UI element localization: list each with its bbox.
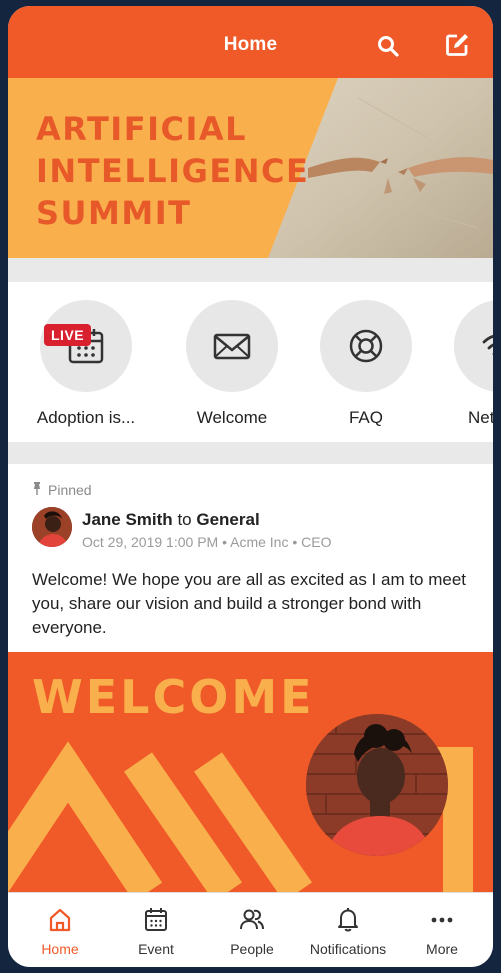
nav-home[interactable]: Home <box>12 893 108 967</box>
quick-links-carousel[interactable]: LIVE Adoption is... Welcome FAQ Net <box>8 282 493 442</box>
pinned-indicator: Pinned <box>32 482 92 498</box>
nav-event[interactable]: Event <box>108 893 204 967</box>
nav-people[interactable]: People <box>204 893 300 967</box>
live-badge: LIVE <box>44 324 92 346</box>
search-icon <box>378 36 399 57</box>
envelope-icon <box>213 333 251 360</box>
pin-icon <box>32 482 42 498</box>
quick-link-label: Adoption is... <box>36 408 136 427</box>
page-title: Home <box>223 34 278 55</box>
phone-screen: Home ARTIFICIAL INTELLIGENCE SUMMIT LIVE… <box>8 6 493 967</box>
nav-more[interactable]: More <box>394 893 490 967</box>
welcome-title: WELCOME <box>32 670 315 724</box>
top-app-bar: Home <box>8 6 493 78</box>
post-meta: Oct 29, 2019 1:00 PM • Acme Inc • CEO <box>82 534 332 550</box>
event-banner[interactable]: ARTIFICIAL INTELLIGENCE SUMMIT <box>8 78 493 258</box>
author-connector: to <box>177 510 192 529</box>
compose-button[interactable] <box>444 32 470 58</box>
people-icon <box>240 909 264 930</box>
compose-icon <box>446 34 468 56</box>
bell-icon <box>338 908 358 932</box>
section-divider <box>8 258 493 282</box>
quick-link-welcome[interactable]: Welcome <box>154 300 294 430</box>
quick-link-icon-circle <box>186 300 278 392</box>
channel-name[interactable]: General <box>196 510 259 529</box>
nav-notifications[interactable]: Notifications <box>300 893 396 967</box>
quick-link-label: Netw <box>468 408 493 427</box>
quick-link-icon-circle <box>40 300 132 392</box>
bottom-navigation: Home Event People Notifications More <box>8 892 493 967</box>
pinned-post[interactable]: Pinned Jane Smith to General Oct 29, 201… <box>8 464 493 652</box>
welcome-image-card[interactable]: WELCOME <box>8 652 493 892</box>
post-body: Welcome! We hope you are all as excited … <box>32 570 467 637</box>
quick-link-network[interactable]: Netw <box>422 300 493 430</box>
post-author-line: Jane Smith to General <box>82 510 260 530</box>
calendar-icon <box>145 908 167 931</box>
quick-link-icon-circle <box>320 300 412 392</box>
nav-label: Home <box>41 941 79 957</box>
section-divider <box>8 442 493 464</box>
lifebuoy-icon <box>349 329 383 363</box>
pinned-label: Pinned <box>48 482 92 498</box>
banner-title: ARTIFICIAL INTELLIGENCE SUMMIT <box>36 110 310 232</box>
author-name[interactable]: Jane Smith <box>82 510 173 529</box>
home-icon <box>49 908 71 932</box>
nav-label: People <box>230 941 274 957</box>
quick-link-faq[interactable]: FAQ <box>288 300 428 430</box>
speaker-photo <box>306 714 448 856</box>
quick-link-label: FAQ <box>348 408 383 427</box>
nav-label: More <box>426 941 458 957</box>
search-button[interactable] <box>376 34 400 58</box>
quick-link-label: Welcome <box>196 408 268 427</box>
more-icon <box>431 917 453 923</box>
author-avatar[interactable] <box>32 507 72 547</box>
quick-link-icon-circle <box>454 300 493 392</box>
nav-label: Notifications <box>309 941 387 957</box>
nav-label: Event <box>138 941 174 957</box>
quick-link-adoption[interactable]: LIVE Adoption is... <box>8 300 148 430</box>
wifi-icon <box>482 335 493 355</box>
